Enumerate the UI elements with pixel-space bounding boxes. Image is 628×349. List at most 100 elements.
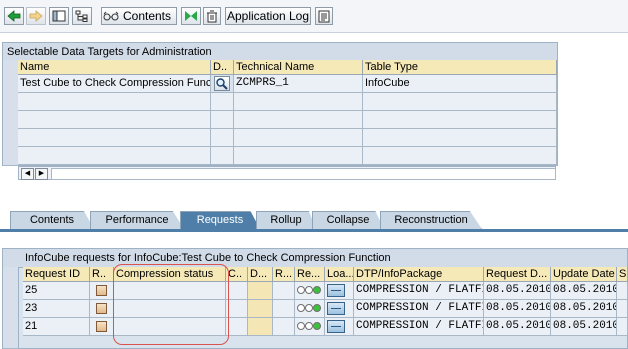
load-cell[interactable] <box>325 300 354 318</box>
column-header-dtp[interactable]: DTP/InfoPackage <box>354 267 484 282</box>
window-icon <box>52 10 66 22</box>
empty-cell <box>18 147 211 165</box>
empty-cell <box>363 93 557 111</box>
request-id-cell[interactable]: 25 <box>23 282 90 300</box>
technical-name-cell[interactable]: ZCMPRS_1 <box>234 75 363 93</box>
load-cell[interactable] <box>325 318 354 336</box>
column-header-request-id[interactable]: Request ID <box>23 267 90 282</box>
update-date-cell: 08.05.2010 <box>551 300 617 318</box>
column-header-loa[interactable]: Loa... <box>325 267 354 282</box>
empty-cell <box>18 129 211 147</box>
report-icon <box>318 10 330 22</box>
horizontal-scrollbar[interactable]: ◀ ▶ <box>18 166 556 180</box>
r-cell[interactable] <box>90 300 114 318</box>
tab-contents[interactable]: Contents <box>10 211 94 229</box>
column-header-re[interactable]: Re... <box>295 267 325 282</box>
arrow-left-icon <box>7 10 21 22</box>
report-icon[interactable] <box>96 303 107 314</box>
scroll-left-icon[interactable]: ◀ <box>21 168 34 180</box>
hierarchy-button[interactable] <box>72 7 92 25</box>
magnifier-button[interactable] <box>214 76 230 91</box>
c-cell <box>226 300 248 318</box>
requests-title: InfoCube requests for InfoCube:Test Cube… <box>3 249 627 268</box>
scroll-right-icon[interactable]: ▶ <box>35 168 48 180</box>
empty-cell <box>211 147 234 165</box>
status-lights-cell <box>295 318 325 336</box>
report-icon[interactable] <box>96 285 107 296</box>
tab-underline <box>0 229 628 232</box>
dtp-cell[interactable]: COMPRESSION / FLATFIL <box>354 318 484 336</box>
request-date-cell: 08.05.2010 <box>484 318 551 336</box>
delete-button[interactable] <box>203 7 221 25</box>
tab-performance[interactable]: Performance <box>90 211 184 229</box>
column-header-r2[interactable]: R... <box>273 267 295 282</box>
empty-cell <box>363 147 557 165</box>
status-lights-cell <box>295 300 325 318</box>
report-button[interactable] <box>315 7 333 25</box>
update-date-cell: 08.05.2010 <box>551 282 617 300</box>
hierarchy-icon <box>75 10 88 22</box>
column-header-request-date[interactable]: Request D... <box>484 267 551 282</box>
d-cell[interactable] <box>248 282 273 300</box>
compression-status-highlight <box>113 264 229 345</box>
column-header-name[interactable]: Name <box>18 60 211 75</box>
load-monitor-icon[interactable] <box>327 302 345 315</box>
load-cell[interactable] <box>325 282 354 300</box>
target-name-cell[interactable]: Test Cube to Check Compression Func <box>18 75 211 93</box>
arrow-right-icon <box>29 10 43 22</box>
column-header-d[interactable]: D... <box>248 267 273 282</box>
r-cell[interactable] <box>90 318 114 336</box>
s-cell <box>617 282 628 300</box>
tab-rollup[interactable]: Rollup <box>256 211 316 229</box>
empty-cell <box>234 93 363 111</box>
application-log-label: Application Log <box>226 9 310 23</box>
magnifier-icon <box>216 78 228 90</box>
table-type-cell[interactable]: InfoCube <box>363 75 557 93</box>
d-cell[interactable] <box>248 318 273 336</box>
column-header-s[interactable]: S <box>617 267 628 282</box>
traffic-light-icon <box>297 321 323 332</box>
load-monitor-icon[interactable] <box>327 284 345 297</box>
forward-button[interactable] <box>26 7 46 25</box>
empty-cell <box>363 129 557 147</box>
empty-cell <box>211 129 234 147</box>
report-icon[interactable] <box>96 321 107 332</box>
scroll-thumb[interactable] <box>51 168 556 180</box>
application-log-button[interactable]: Application Log <box>225 7 311 25</box>
column-header-technical-name[interactable]: Technical Name <box>234 60 363 75</box>
dtp-cell[interactable]: COMPRESSION / FLATFIL <box>354 300 484 318</box>
fit-button[interactable] <box>181 7 201 25</box>
traffic-light-icon <box>297 303 323 314</box>
column-header-update-date[interactable]: Update Date <box>551 267 617 282</box>
r-cell[interactable] <box>90 282 114 300</box>
traffic-light-icon <box>297 285 323 296</box>
bowtie-icon <box>185 11 197 21</box>
empty-cell <box>234 147 363 165</box>
tab-reconstruction[interactable]: Reconstruction <box>380 211 482 229</box>
tab-collapse[interactable]: Collapse <box>312 211 384 229</box>
row-selector-column[interactable] <box>3 60 19 166</box>
request-id-cell[interactable]: 23 <box>23 300 90 318</box>
empty-cell <box>234 111 363 129</box>
empty-cell <box>211 93 234 111</box>
r2-cell <box>273 282 295 300</box>
application-toolbar: Contents Application Log <box>0 0 628 33</box>
load-monitor-icon[interactable] <box>327 320 345 333</box>
column-header-d[interactable]: D.. <box>211 60 234 75</box>
back-button[interactable] <box>4 7 24 25</box>
request-id-cell[interactable]: 21 <box>23 318 90 336</box>
empty-cell <box>211 111 234 129</box>
column-header-c[interactable]: C.. <box>226 267 248 282</box>
c-cell <box>226 318 248 336</box>
contents-button[interactable]: Contents <box>101 7 177 25</box>
update-date-cell: 08.05.2010 <box>551 318 617 336</box>
toggle-tree-button[interactable] <box>49 7 69 25</box>
display-cell[interactable] <box>211 75 234 93</box>
tab-requests[interactable]: Requests <box>180 211 260 229</box>
request-row-selector-column[interactable] <box>3 267 19 349</box>
column-header-r[interactable]: R.. <box>90 267 114 282</box>
empty-cell <box>234 129 363 147</box>
dtp-cell[interactable]: COMPRESSION / FLATFIL <box>354 282 484 300</box>
column-header-table-type[interactable]: Table Type <box>363 60 557 75</box>
d-cell[interactable] <box>248 300 273 318</box>
